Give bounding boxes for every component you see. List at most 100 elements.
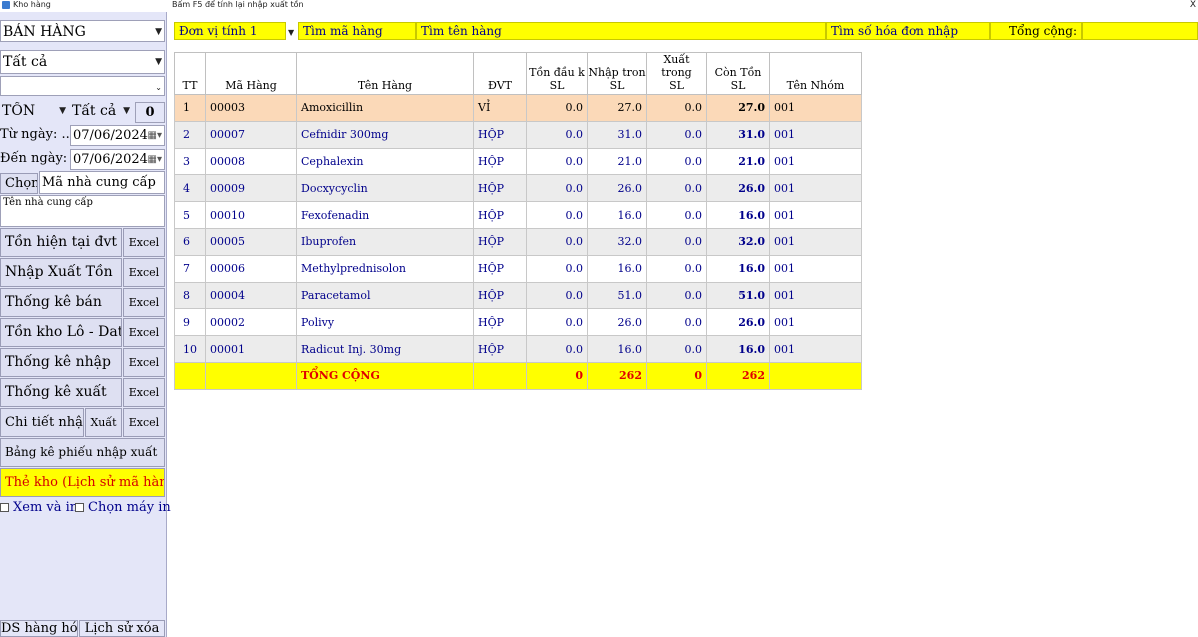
col-header-group[interactable]: Tên Nhóm (769, 52, 862, 95)
sales-stats-button[interactable]: Thống kê bán (0, 288, 122, 317)
cell-unit[interactable]: HỘP (473, 335, 527, 363)
cell-name[interactable]: Fexofenadin (296, 201, 474, 229)
stock-lot-date-button[interactable]: Tồn kho Lô - Date (0, 318, 122, 347)
supplier-code-field[interactable]: Mã nhà cung cấp (39, 171, 165, 194)
cell-closing[interactable]: 31.0 (706, 120, 770, 149)
export-stats-excel-button[interactable]: Excel (123, 378, 165, 407)
cell-opening[interactable]: 0.0 (526, 335, 588, 363)
cell-closing[interactable]: 51.0 (706, 281, 770, 310)
cell-export[interactable]: 0.0 (646, 308, 707, 337)
cell-opening[interactable]: 0.0 (526, 254, 588, 283)
cell-export[interactable]: 0.0 (646, 174, 707, 203)
search-invoice-input[interactable]: Tìm số hóa đơn nhập (826, 22, 990, 40)
cell-name[interactable]: Polivy (296, 308, 474, 337)
cell-import[interactable]: 51.0 (587, 281, 647, 310)
cell-name[interactable]: Ibuprofen (296, 227, 474, 256)
cell-opening[interactable]: 0.0 (526, 120, 588, 149)
cell-name[interactable]: Cephalexin (296, 147, 474, 176)
cell-export[interactable]: 0.0 (646, 281, 707, 310)
cell-import[interactable]: 16.0 (587, 254, 647, 283)
col-header-code[interactable]: Mã Hàng (205, 52, 297, 95)
table-row[interactable]: 10 00001 Radicut Inj. 30mg HỘP 0.0 16.0 0.0 16.… (174, 335, 862, 363)
cell-unit[interactable]: HỘP (473, 120, 527, 149)
col-header-import[interactable]: Nhập tron SL (587, 52, 647, 95)
cell-name[interactable]: Cefnidir 300mg (296, 120, 474, 149)
cell-export[interactable]: 0.0 (646, 227, 707, 256)
cell-opening[interactable]: 0.0 (526, 94, 588, 122)
cell-group[interactable]: 001 (769, 281, 862, 310)
cell-name[interactable]: Methylprednisolon (296, 254, 474, 283)
cell-import[interactable]: 26.0 (587, 308, 647, 337)
cell-opening[interactable]: 0.0 (526, 147, 588, 176)
cell-code[interactable]: 00006 (205, 254, 297, 283)
cell-name[interactable]: Radicut Inj. 30mg (296, 335, 474, 363)
cell-code[interactable]: 00004 (205, 281, 297, 310)
mode-select[interactable]: BÁN HÀNG ▼ (0, 20, 165, 42)
unit-select[interactable]: Đơn vị tính 1 (174, 22, 286, 40)
import-detail-excel-button[interactable]: Excel (123, 408, 165, 437)
import-export-stock-button[interactable]: Nhập Xuất Tồn (0, 258, 122, 287)
cell-tt[interactable]: 2 (174, 120, 206, 149)
cell-import[interactable]: 16.0 (587, 335, 647, 363)
cell-code[interactable]: 00007 (205, 120, 297, 149)
table-row[interactable]: 9 00002 Polivy HỘP 0.0 26.0 0.0 26.0 001 (174, 308, 862, 337)
delete-history-button[interactable]: Lịch sử xóa (79, 620, 165, 637)
cell-code[interactable]: 00008 (205, 147, 297, 176)
cell-group[interactable]: 001 (769, 227, 862, 256)
cell-tt[interactable]: 3 (174, 147, 206, 176)
cell-closing[interactable]: 27.0 (706, 94, 770, 122)
cell-group[interactable]: 001 (769, 308, 862, 337)
table-row[interactable]: 6 00005 Ibuprofen HỘP 0.0 32.0 0.0 32.0 001 (174, 227, 862, 256)
stock-select[interactable]: TỒN ▼ (0, 102, 68, 123)
cell-tt[interactable]: 7 (174, 254, 206, 283)
import-stats-excel-button[interactable]: Excel (123, 348, 165, 377)
cell-unit[interactable]: HỘP (473, 174, 527, 203)
cell-export[interactable]: 0.0 (646, 120, 707, 149)
cell-unit[interactable]: HỘP (473, 227, 527, 256)
cell-opening[interactable]: 0.0 (526, 281, 588, 310)
cell-import[interactable]: 16.0 (587, 201, 647, 229)
cell-import[interactable]: 32.0 (587, 227, 647, 256)
cell-code[interactable]: 00003 (205, 94, 297, 122)
preview-print-checkbox[interactable]: Xem và in (0, 500, 78, 516)
cell-name[interactable]: Amoxicillin (296, 94, 474, 122)
table-row[interactable]: 3 00008 Cephalexin HỘP 0.0 21.0 0.0 21.0 001 (174, 147, 862, 176)
cell-opening[interactable]: 0.0 (526, 308, 588, 337)
cell-export[interactable]: 0.0 (646, 254, 707, 283)
current-stock-button[interactable]: Tồn hiện tại đvt (0, 228, 122, 257)
supplier-name-field[interactable]: Tên nhà cung cấp (0, 195, 165, 227)
cell-closing[interactable]: 21.0 (706, 147, 770, 176)
table-row[interactable]: 7 00006 Methylprednisolon HỘP 0.0 16.0 0.0 16.0… (174, 254, 862, 283)
cell-group[interactable]: 001 (769, 147, 862, 176)
table-row[interactable]: 1 00003 Amoxicillin VỈ 0.0 27.0 0.0 27.0 001 (174, 94, 862, 122)
to-date-field[interactable]: 07/06/2024 ▦▾ (70, 149, 165, 170)
import-detail-button[interactable]: Chi tiết nhập (0, 408, 84, 437)
cell-unit[interactable]: VỈ (473, 94, 527, 122)
cell-code[interactable]: 00010 (205, 201, 297, 229)
cell-tt[interactable]: 1 (174, 94, 206, 122)
cell-opening[interactable]: 0.0 (526, 227, 588, 256)
sales-stats-excel-button[interactable]: Excel (123, 288, 165, 317)
chevron-down-icon[interactable]: ▼ (288, 28, 294, 37)
current-stock-excel-button[interactable]: Excel (123, 228, 165, 257)
cell-tt[interactable]: 6 (174, 227, 206, 256)
cell-unit[interactable]: HỘP (473, 254, 527, 283)
cell-import[interactable]: 31.0 (587, 120, 647, 149)
stock-card-button[interactable]: Thẻ kho (Lịch sử mã hàng) (0, 468, 165, 497)
search-name-input[interactable]: Tìm tên hàng (416, 22, 826, 40)
cell-export[interactable]: 0.0 (646, 147, 707, 176)
cell-tt[interactable]: 9 (174, 308, 206, 337)
goods-list-button[interactable]: DS hàng hóa (0, 620, 78, 637)
import-stats-button[interactable]: Thống kê nhập (0, 348, 122, 377)
export-detail-button[interactable]: Xuất (85, 408, 122, 437)
cell-closing[interactable]: 26.0 (706, 308, 770, 337)
cell-export[interactable]: 0.0 (646, 335, 707, 363)
stock-filter-select[interactable]: Tất cả ▼ (70, 102, 132, 123)
stock-lot-excel-button[interactable]: Excel (123, 318, 165, 347)
cell-tt[interactable]: 5 (174, 201, 206, 229)
cell-closing[interactable]: 26.0 (706, 174, 770, 203)
cell-export[interactable]: 0.0 (646, 201, 707, 229)
cell-name[interactable]: Docxycyclin (296, 174, 474, 203)
col-header-export[interactable]: Xuất trong SL (646, 52, 707, 95)
cell-group[interactable]: 001 (769, 174, 862, 203)
